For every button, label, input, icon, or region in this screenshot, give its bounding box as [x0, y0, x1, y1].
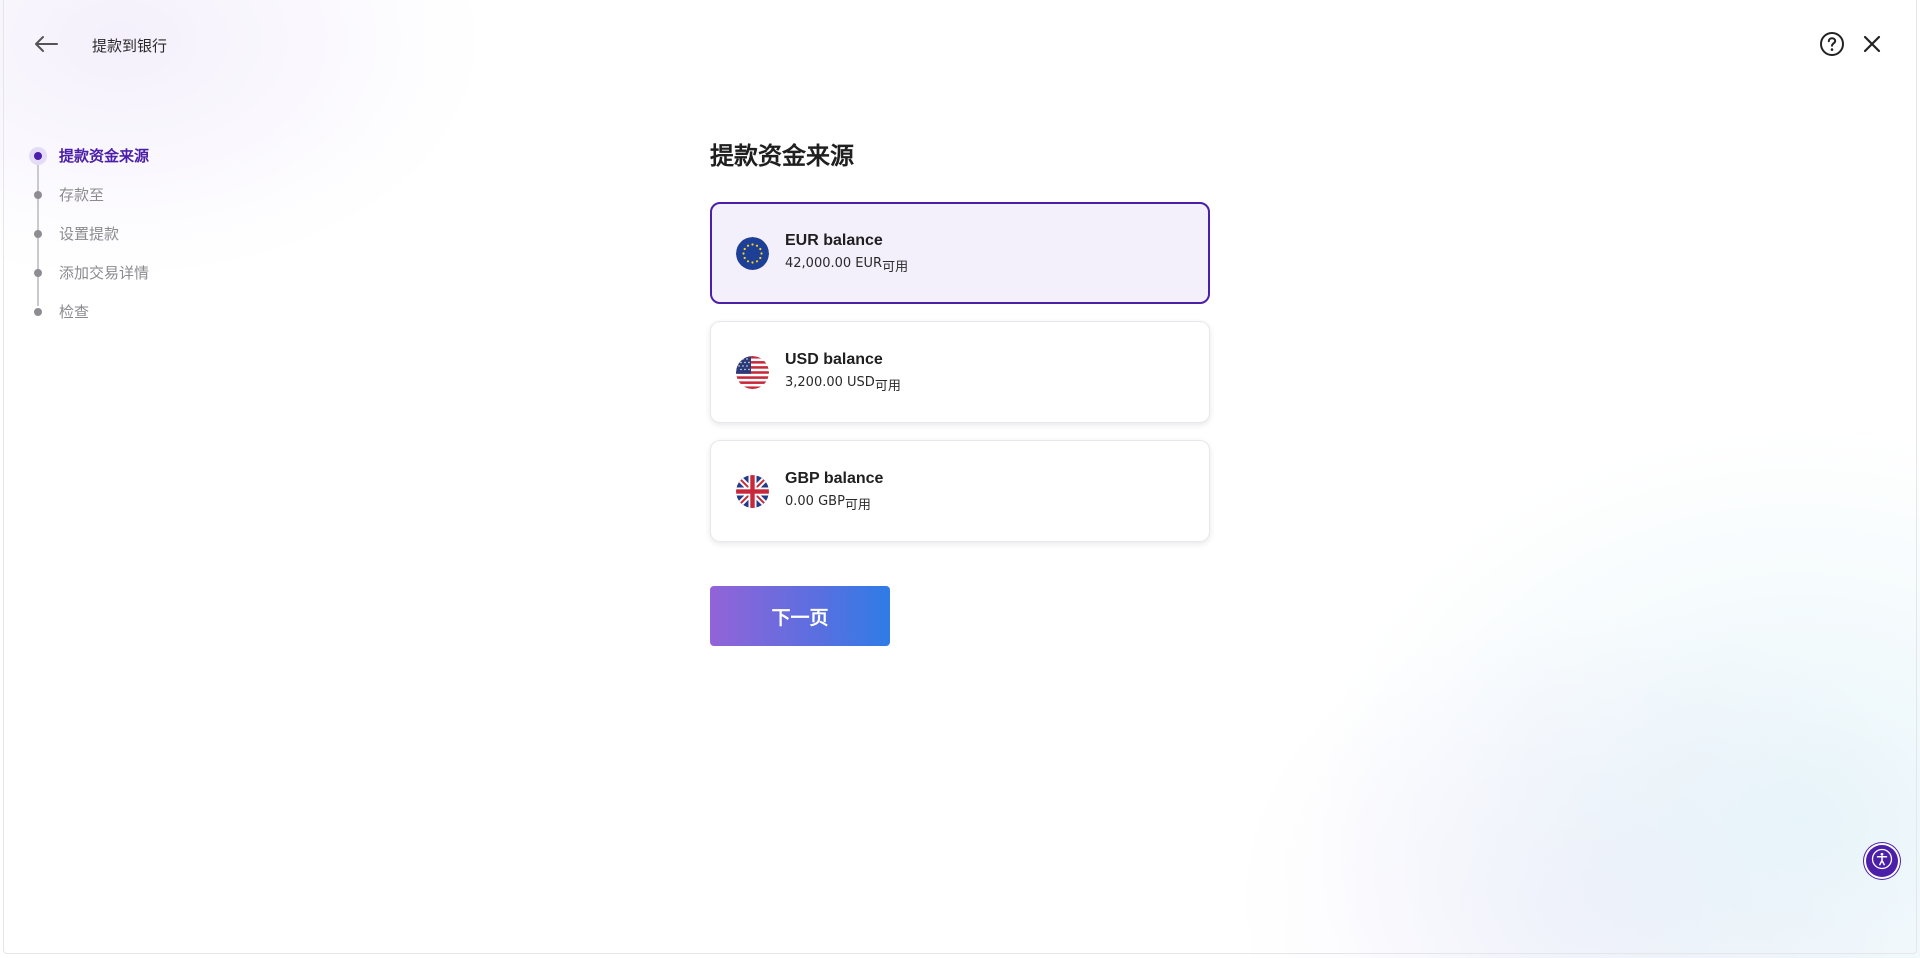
- arrow-left-icon: [33, 35, 59, 58]
- balance-available-suffix: 可用: [874, 378, 901, 394]
- page-title: 提款资金来源: [710, 142, 854, 170]
- balance-list: EUR balance 42,000.00 EUR 可用 USD balance…: [710, 202, 1210, 542]
- balance-name: EUR balance: [785, 231, 883, 249]
- uk-flag-icon: [736, 474, 769, 508]
- balance-card-eur[interactable]: EUR balance 42,000.00 EUR 可用: [710, 202, 1210, 304]
- balance-info: USD balance 3,200.00 USD 可用: [785, 351, 901, 394]
- balance-info: GBP balance 0.00 GBP 可用: [785, 470, 883, 513]
- balance-name: USD balance: [785, 350, 883, 368]
- balance-amount: 0.00 GBP: [785, 493, 845, 509]
- step-review[interactable]: 检查: [26, 292, 149, 331]
- step-label: 设置提款: [59, 225, 120, 243]
- next-button[interactable]: 下一页: [710, 586, 890, 646]
- balance-amount: 42,000.00 EUR: [785, 255, 883, 271]
- step-indicator: [34, 229, 42, 238]
- eu-flag-icon: [736, 236, 769, 270]
- balance-available: 0.00 GBP 可用: [785, 494, 883, 513]
- us-flag-icon: [736, 355, 769, 389]
- accessibility-icon: [1871, 848, 1893, 875]
- top-bar: 提款到银行: [0, 0, 1920, 92]
- step-label: 检查: [59, 303, 90, 321]
- step-indicator: [34, 307, 42, 316]
- step-add-details[interactable]: 添加交易详情: [26, 253, 149, 292]
- step-indicator: [34, 268, 42, 277]
- balance-info: EUR balance 42,000.00 EUR 可用: [785, 232, 908, 275]
- balance-available-suffix: 可用: [882, 259, 909, 275]
- step-label: 提款资金来源: [59, 147, 150, 165]
- help-button[interactable]: [1818, 31, 1846, 62]
- help-circle-icon: [1819, 31, 1845, 62]
- progress-stepper: 提款资金来源 存款至 设置提款 添加交易详情 检查: [26, 136, 149, 331]
- step-withdraw-source[interactable]: 提款资金来源: [26, 136, 149, 175]
- step-label: 存款至: [59, 186, 105, 204]
- balance-name: GBP balance: [785, 469, 884, 487]
- balance-available: 42,000.00 EUR 可用: [785, 256, 908, 275]
- balance-available: 3,200.00 USD 可用: [785, 375, 901, 394]
- page-header-title: 提款到银行: [92, 37, 168, 55]
- step-indicator-active: [29, 146, 47, 165]
- balance-card-gbp[interactable]: GBP balance 0.00 GBP 可用: [710, 440, 1210, 542]
- back-button[interactable]: [30, 30, 62, 62]
- step-label: 添加交易详情: [59, 264, 150, 282]
- step-set-withdrawal[interactable]: 设置提款: [26, 214, 149, 253]
- close-icon: [1862, 34, 1882, 59]
- close-button[interactable]: [1858, 32, 1886, 60]
- accessibility-button[interactable]: [1866, 845, 1898, 877]
- balance-available-suffix: 可用: [844, 497, 871, 513]
- balance-amount: 3,200.00 USD: [785, 374, 875, 390]
- balance-card-usd[interactable]: USD balance 3,200.00 USD 可用: [710, 321, 1210, 423]
- main-content: 提款资金来源 EUR balance 42,000.00 EUR 可用 USD …: [710, 136, 1210, 646]
- step-deposit-to[interactable]: 存款至: [26, 175, 149, 214]
- step-indicator: [34, 190, 42, 199]
